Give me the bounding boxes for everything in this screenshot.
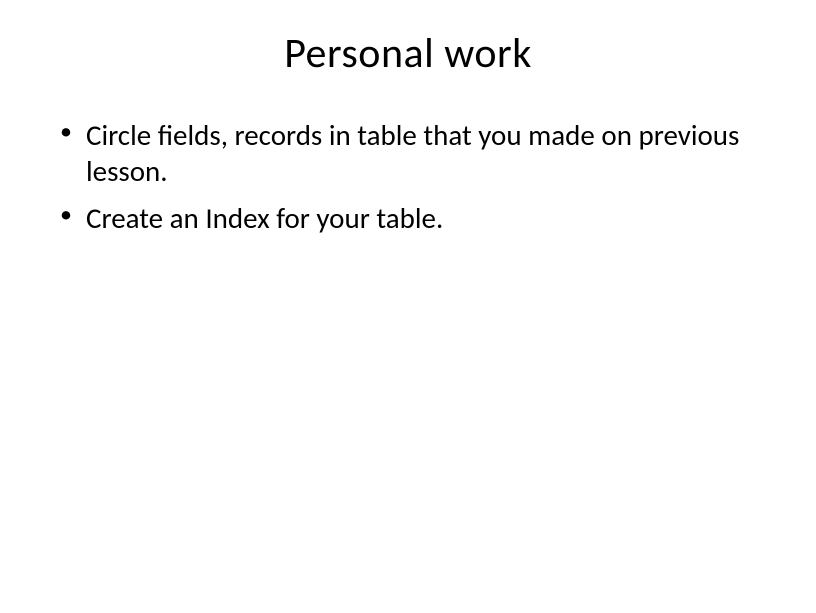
bullet-list: Circle fields, records in table that you… xyxy=(50,117,766,236)
list-item: Circle fields, records in table that you… xyxy=(54,117,766,190)
slide-title: Personal work xyxy=(50,28,766,79)
list-item: Create an Index for your table. xyxy=(54,200,766,236)
slide-container: Personal work Circle fields, records in … xyxy=(0,0,816,613)
